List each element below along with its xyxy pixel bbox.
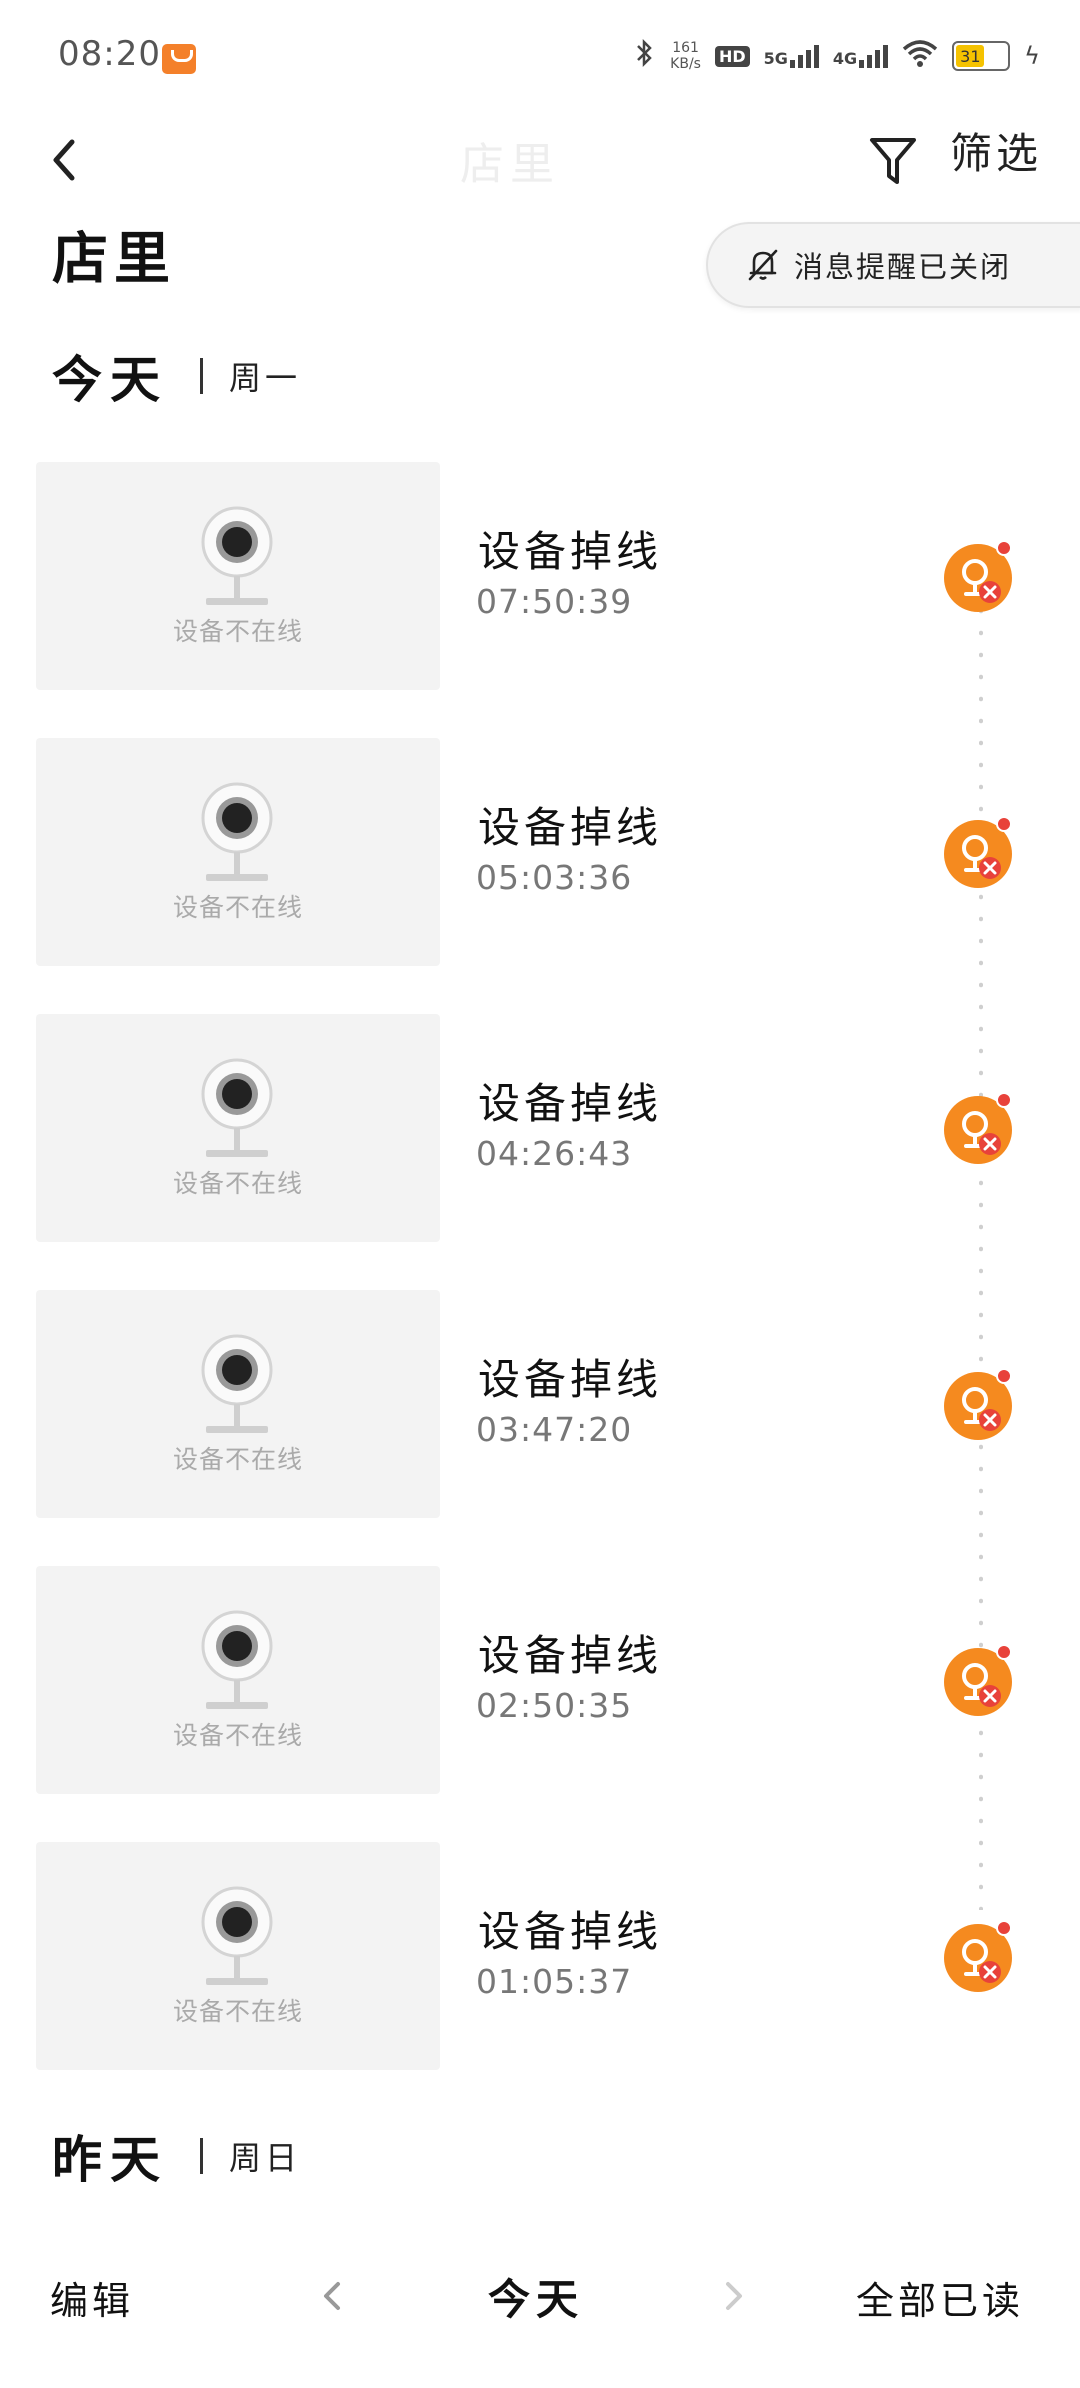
filter-label[interactable]: 筛选 bbox=[950, 120, 1042, 181]
status-icons: 161 KB/s HD 5G 4G 31 ϟ bbox=[634, 34, 1040, 78]
signal-5g: 5G bbox=[764, 44, 819, 68]
signal-bars-icon bbox=[789, 44, 819, 68]
divider bbox=[200, 358, 203, 394]
app-notification-icon bbox=[162, 44, 196, 74]
event-row[interactable]: 设备不在线 设备掉线 02:50:35 bbox=[0, 1566, 1080, 1794]
network-speed: 161 KB/s bbox=[670, 40, 701, 72]
weekday-label: 周日 bbox=[229, 2139, 302, 2177]
event-row[interactable]: 设备不在线 设备掉线 01:05:37 bbox=[0, 1842, 1080, 2070]
net2-label: 4G bbox=[832, 49, 858, 68]
chevron-right-icon bbox=[726, 2282, 742, 2310]
edit-button[interactable]: 编辑 bbox=[50, 2270, 134, 2325]
divider bbox=[200, 2138, 203, 2174]
event-row[interactable]: 设备不在线 设备掉线 05:03:36 bbox=[0, 738, 1080, 966]
offline-text: 设备不在线 bbox=[172, 1997, 303, 2026]
page-title: 店里 bbox=[52, 227, 176, 292]
camera-icon bbox=[198, 1058, 276, 1166]
day-header-yesterday: 昨天 周日 bbox=[52, 2120, 301, 2192]
header-title: 店里 bbox=[460, 139, 560, 190]
mark-all-read-button[interactable]: 全部已读 bbox=[856, 2270, 1024, 2325]
event-time: 04:26:43 bbox=[476, 1134, 633, 1173]
battery-level: 31 bbox=[960, 46, 981, 66]
day-header-today: 今天 周一 bbox=[52, 340, 301, 412]
event-thumbnail[interactable]: 设备不在线 bbox=[36, 1014, 440, 1242]
charging-icon: ϟ bbox=[1024, 42, 1040, 70]
status-time: 08:20 bbox=[58, 34, 161, 74]
speed-unit: KB/s bbox=[670, 56, 701, 72]
bottom-bar: 编辑 今天 全部已读 bbox=[0, 2230, 1080, 2388]
filter-icon bbox=[870, 138, 916, 184]
offline-text: 设备不在线 bbox=[172, 893, 303, 922]
bluetooth-icon bbox=[634, 38, 656, 74]
event-time: 01:05:37 bbox=[476, 1962, 633, 2001]
offline-text: 设备不在线 bbox=[172, 1721, 303, 1750]
camera-offline-badge-icon bbox=[942, 1092, 1014, 1164]
camera-icon bbox=[198, 782, 276, 890]
notification-status-text: 消息提醒已关闭 bbox=[794, 250, 1012, 284]
prev-day-button[interactable] bbox=[318, 2274, 346, 2318]
offline-text: 设备不在线 bbox=[172, 1169, 303, 1198]
event-thumbnail[interactable]: 设备不在线 bbox=[36, 1566, 440, 1794]
weekday-label: 周一 bbox=[229, 359, 302, 397]
event-thumbnail[interactable]: 设备不在线 bbox=[36, 738, 440, 966]
camera-offline-badge-icon bbox=[942, 1644, 1014, 1716]
day-label: 昨天 bbox=[52, 2131, 168, 2189]
event-title: 设备掉线 bbox=[478, 803, 663, 852]
wifi-icon bbox=[902, 39, 938, 73]
camera-offline-badge-icon bbox=[942, 816, 1014, 888]
battery-icon: 31 bbox=[952, 41, 1011, 71]
event-title: 设备掉线 bbox=[478, 527, 663, 576]
event-row[interactable]: 设备不在线 设备掉线 07:50:39 bbox=[0, 462, 1080, 690]
signal-4g: 4G bbox=[832, 44, 889, 68]
chevron-left-icon bbox=[324, 2282, 340, 2310]
event-thumbnail[interactable]: 设备不在线 bbox=[36, 1290, 440, 1518]
day-label: 今天 bbox=[52, 351, 168, 409]
offline-text: 设备不在线 bbox=[172, 1445, 303, 1474]
offline-text: 设备不在线 bbox=[172, 617, 303, 646]
filter-button[interactable] bbox=[868, 132, 918, 188]
signal-bars-icon bbox=[859, 44, 889, 68]
event-title: 设备掉线 bbox=[478, 1079, 663, 1128]
hd-icon: HD bbox=[714, 45, 750, 67]
current-day-label: 今天 bbox=[488, 2275, 585, 2324]
event-thumbnail[interactable]: 设备不在线 bbox=[36, 462, 440, 690]
event-row[interactable]: 设备不在线 设备掉线 04:26:43 bbox=[0, 1014, 1080, 1242]
net1-label: 5G bbox=[763, 49, 788, 68]
event-time: 03:47:20 bbox=[476, 1410, 633, 1449]
event-row[interactable]: 设备不在线 设备掉线 03:47:20 bbox=[0, 1290, 1080, 1518]
bell-off-icon bbox=[748, 249, 778, 281]
event-title: 设备掉线 bbox=[478, 1631, 663, 1680]
event-time: 07:50:39 bbox=[476, 582, 633, 621]
event-thumbnail[interactable]: 设备不在线 bbox=[36, 1842, 440, 2070]
notification-status-pill[interactable]: 消息提醒已关闭 bbox=[706, 222, 1080, 308]
camera-icon bbox=[198, 1334, 276, 1442]
camera-offline-badge-icon bbox=[942, 1368, 1014, 1440]
camera-icon bbox=[198, 506, 276, 614]
event-time: 05:03:36 bbox=[476, 858, 633, 897]
speed-value: 161 bbox=[672, 40, 699, 56]
back-button[interactable] bbox=[44, 132, 84, 188]
next-day-button[interactable] bbox=[720, 2274, 748, 2318]
chevron-left-icon bbox=[53, 139, 75, 181]
camera-offline-badge-icon bbox=[942, 540, 1014, 612]
camera-offline-badge-icon bbox=[942, 1920, 1014, 1992]
status-bar: 08:20 161 KB/s HD 5G 4G 31 ϟ bbox=[0, 0, 1080, 110]
event-title: 设备掉线 bbox=[478, 1907, 663, 1956]
camera-icon bbox=[198, 1610, 276, 1718]
camera-icon bbox=[198, 1886, 276, 1994]
event-time: 02:50:35 bbox=[476, 1686, 633, 1725]
event-title: 设备掉线 bbox=[478, 1355, 663, 1404]
